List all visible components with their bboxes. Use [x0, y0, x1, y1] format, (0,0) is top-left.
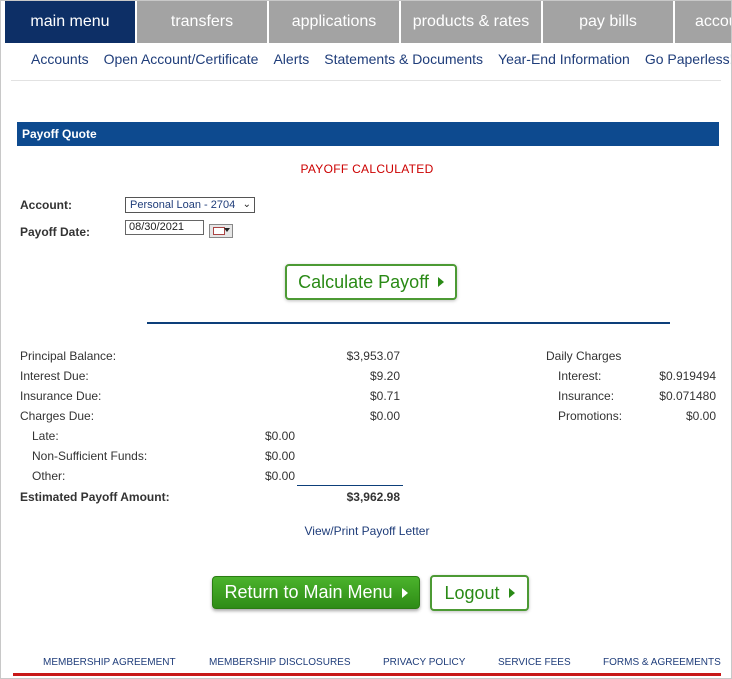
payoff-date-label: Payoff Date: [20, 225, 91, 239]
return-label: Return to Main Menu [224, 582, 393, 602]
daily-charges-title: Daily Charges [546, 349, 622, 363]
footer-membership-disclosures[interactable]: MEMBERSHIP DISCLOSURES [209, 657, 351, 668]
interest-due-label: Interest Due: [20, 369, 89, 383]
account-select[interactable]: Personal Loan - 2704 ⌄ [125, 197, 255, 213]
daily-insurance-value: $0.071480 [659, 389, 716, 403]
footer-membership-agreement[interactable]: MEMBERSHIP AGREEMENT [43, 657, 176, 668]
daily-promotions-label: Promotions: [558, 409, 623, 423]
payoff-amount-label: Estimated Payoff Amount: [20, 490, 170, 504]
view-print-payoff-letter-link[interactable]: View/Print Payoff Letter [1, 524, 731, 538]
payoff-date-input[interactable]: 08/30/2021 [125, 220, 204, 235]
logout-button[interactable]: Logout [430, 575, 529, 611]
daily-interest-label: Interest: [558, 369, 602, 383]
main-nav-tabs: main menu transfers applications product… [5, 1, 731, 43]
tab-main-menu[interactable]: main menu [5, 1, 135, 43]
page: main menu transfers applications product… [0, 0, 732, 679]
daily-insurance-label: Insurance: [558, 389, 615, 403]
late-label: Late: [32, 429, 59, 443]
charges-due-value: $0.00 [369, 409, 400, 423]
logout-label: Logout [444, 582, 500, 603]
total-rule [297, 485, 403, 486]
tab-pay-bills[interactable]: pay bills [543, 1, 673, 43]
footer-divider [13, 673, 721, 676]
arrow-right-icon [437, 277, 444, 287]
interest-due-value: $9.20 [369, 369, 400, 383]
results-divider [147, 322, 670, 324]
nsf-label: Non-Sufficient Funds: [32, 449, 148, 463]
account-label: Account: [20, 198, 72, 212]
footer-forms-agreements[interactable]: FORMS & AGREEMENTS [603, 657, 721, 668]
arrow-right-icon [401, 587, 408, 598]
subnav-divider [11, 80, 721, 81]
principal-label: Principal Balance: [20, 349, 117, 363]
subnav-open-account[interactable]: Open Account/Certificate [104, 51, 259, 67]
subnav-go-paperless[interactable]: Go Paperless! [645, 51, 731, 67]
account-select-value: Personal Loan - 2704 [130, 199, 236, 211]
subnav-year-end[interactable]: Year-End Information [498, 51, 630, 67]
calculate-payoff-label: Calculate Payoff [298, 271, 429, 292]
payoff-letter-link-text: View/Print Payoff Letter [304, 524, 430, 538]
subnav-statements[interactable]: Statements & Documents [324, 51, 483, 67]
late-value: $0.00 [264, 429, 295, 443]
insurance-due-label: Insurance Due: [20, 389, 102, 403]
calculate-payoff-button[interactable]: Calculate Payoff [285, 264, 457, 300]
tab-applications[interactable]: applications [269, 1, 399, 43]
section-title-bar: Payoff Quote [17, 122, 719, 146]
principal-value: $3,953.07 [346, 349, 400, 363]
subnav-accounts[interactable]: Accounts [31, 51, 89, 67]
footer-service-fees[interactable]: SERVICE FEES [498, 657, 571, 668]
footer-privacy-policy[interactable]: PRIVACY POLICY [383, 657, 465, 668]
charges-due-label: Charges Due: [20, 409, 95, 423]
calendar-icon[interactable] [209, 224, 233, 238]
sub-nav: Accounts Open Account/Certificate Alerts… [31, 51, 731, 67]
nsf-value: $0.00 [264, 449, 295, 463]
return-to-main-menu-button[interactable]: Return to Main Menu [212, 576, 420, 609]
chevron-down-icon: ⌄ [242, 199, 251, 210]
insurance-due-value: $0.71 [369, 389, 400, 403]
subnav-alerts[interactable]: Alerts [273, 51, 309, 67]
status-message: PAYOFF CALCULATED [300, 162, 434, 176]
tab-accounts-truncated[interactable]: accou [675, 1, 731, 43]
arrow-right-icon [508, 588, 515, 598]
daily-interest-value: $0.919494 [659, 369, 716, 383]
tab-transfers[interactable]: transfers [137, 1, 267, 43]
other-label: Other: [32, 469, 66, 483]
payoff-amount-value: $3,962.98 [346, 490, 400, 504]
daily-promotions-value: $0.00 [685, 409, 716, 423]
other-value: $0.00 [264, 469, 295, 483]
tab-products-rates[interactable]: products & rates [401, 1, 541, 43]
